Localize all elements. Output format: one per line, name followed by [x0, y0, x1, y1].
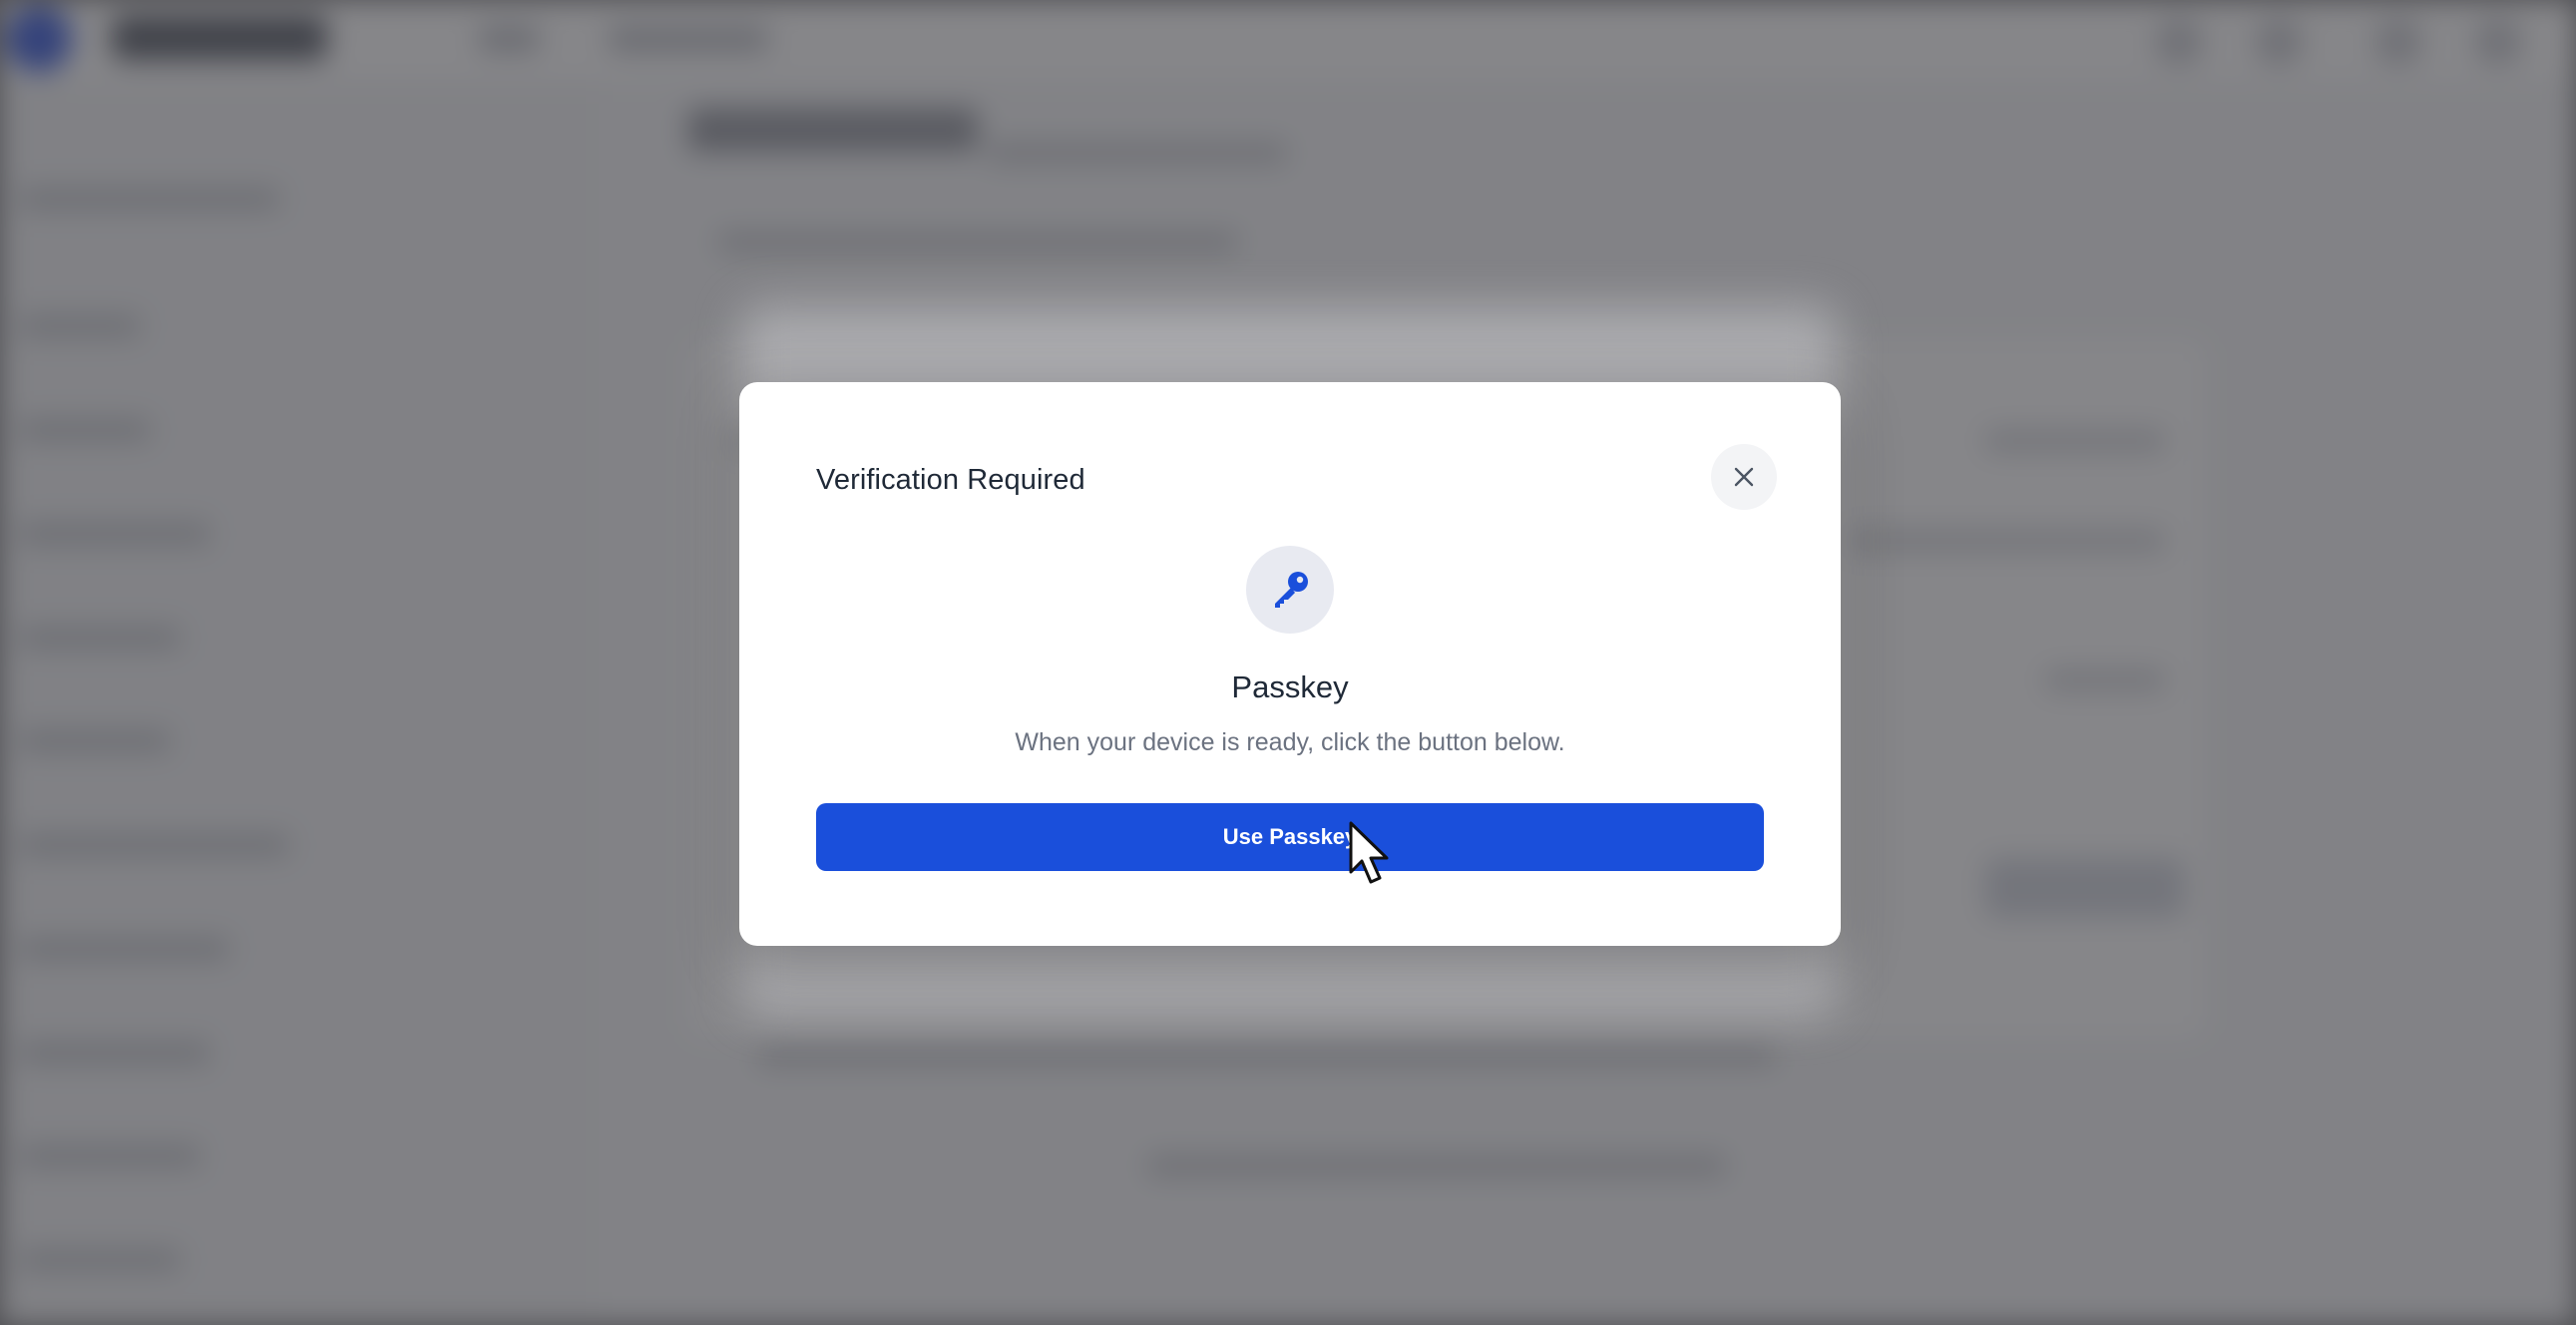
close-icon: [1734, 467, 1754, 487]
key-icon: [1275, 572, 1308, 608]
use-passkey-button[interactable]: Use Passkey: [816, 803, 1764, 871]
verification-dialog: Verification Required Passkey When your …: [739, 382, 1841, 946]
method-title: Passkey: [1231, 669, 1349, 704]
method-description: When your device is ready, click the but…: [1015, 728, 1565, 756]
dialog-title: Verification Required: [816, 464, 1085, 496]
close-button[interactable]: [1711, 444, 1777, 510]
passkey-icon-badge: [1246, 546, 1334, 634]
